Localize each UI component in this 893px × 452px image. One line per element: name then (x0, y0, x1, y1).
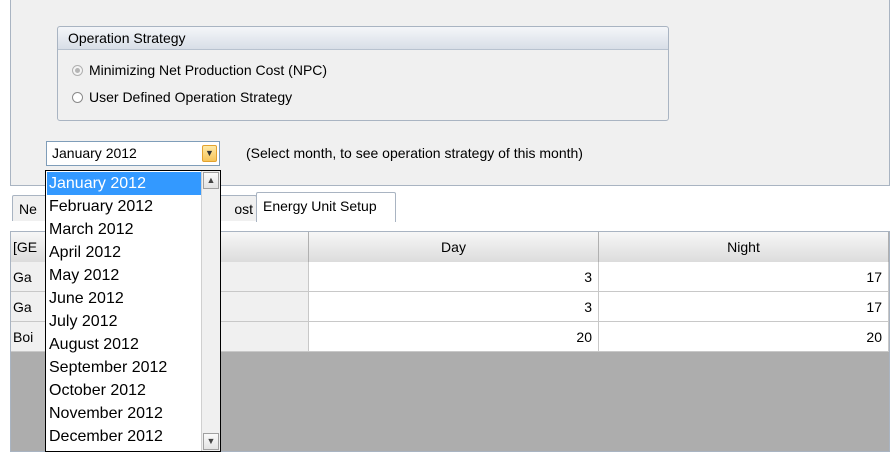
radio-selected-icon[interactable] (72, 64, 83, 76)
radio-option-user-defined[interactable]: User Defined Operation Strategy (72, 87, 292, 107)
column-header-day[interactable]: Day (309, 232, 599, 262)
month-dropdown-list[interactable]: January 2012 February 2012 March 2012 Ap… (45, 170, 221, 452)
radio-label-npc: Minimizing Net Production Cost (NPC) (89, 62, 328, 78)
month-option[interactable]: May 2012 (47, 264, 201, 287)
month-select[interactable]: January 2012 ▼ (46, 141, 220, 166)
radio-label-user-defined: User Defined Operation Strategy (89, 89, 293, 105)
cell-night[interactable]: 17 (599, 262, 889, 292)
radio-empty-icon[interactable] (72, 91, 83, 103)
tab-energy-unit-setup[interactable]: Energy Unit Setup (256, 192, 396, 222)
month-option[interactable]: November 2012 (47, 402, 201, 425)
cell-day[interactable]: 3 (309, 292, 599, 322)
month-option[interactable]: March 2012 (47, 218, 201, 241)
arrow-down-icon[interactable]: ▼ (203, 433, 219, 450)
month-option[interactable]: September 2012 (47, 356, 201, 379)
arrow-up-icon[interactable]: ▲ (203, 172, 219, 189)
month-option[interactable]: January 2012 (47, 172, 201, 195)
radio-option-npc[interactable]: Minimizing Net Production Cost (NPC) (72, 60, 327, 80)
column-header-night[interactable]: Night (599, 232, 889, 262)
chevron-down-icon[interactable]: ▼ (202, 145, 217, 162)
tab-cost[interactable]: ost (215, 195, 257, 221)
cell-day[interactable]: 20 (309, 322, 599, 352)
month-hint: (Select month, to see operation strategy… (246, 145, 583, 161)
month-select-value: January 2012 (52, 145, 137, 161)
group-title: Operation Strategy (58, 27, 668, 50)
cell-night[interactable]: 17 (599, 292, 889, 322)
month-option[interactable]: October 2012 (47, 379, 201, 402)
month-option[interactable]: August 2012 (47, 333, 201, 356)
month-option[interactable]: June 2012 (47, 287, 201, 310)
month-option[interactable]: April 2012 (47, 241, 201, 264)
month-option[interactable]: July 2012 (47, 310, 201, 333)
month-option[interactable]: February 2012 (47, 195, 201, 218)
dropdown-scrollbar[interactable]: ▲ ▼ (201, 171, 220, 451)
cell-night[interactable]: 20 (599, 322, 889, 352)
cell-day[interactable]: 3 (309, 262, 599, 292)
month-option[interactable]: December 2012 (47, 425, 201, 448)
operation-strategy-group: Operation Strategy Minimizing Net Produc… (57, 26, 669, 121)
